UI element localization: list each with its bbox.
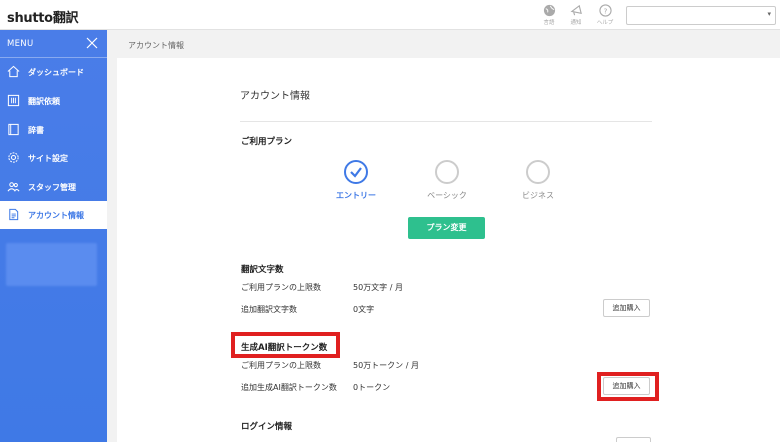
- token-additional-label: 追加生成AI翻訳トークン数: [241, 383, 337, 392]
- grid-icon: [7, 94, 20, 107]
- sidebar-item-dictionary[interactable]: 辞書: [0, 116, 107, 144]
- plan-option-business[interactable]: ビジネス: [498, 160, 578, 201]
- token-limit-value: 50万トークン / 月: [353, 361, 419, 370]
- document-icon: [9, 208, 19, 221]
- char-limit-value: 50万文字 / 月: [353, 283, 403, 292]
- app-logo[interactable]: shutto翻訳: [7, 7, 79, 26]
- language-select[interactable]: ▾: [626, 6, 776, 25]
- sidebar-item-account-info[interactable]: アカウント情報: [0, 201, 107, 229]
- login-section-title: ログイン情報: [241, 422, 293, 432]
- breadcrumb: アカウント情報: [128, 41, 184, 50]
- char-limit-label: ご利用プランの上限数: [241, 283, 321, 292]
- char-additional-value: 0文字: [353, 305, 375, 314]
- megaphone-icon: [570, 4, 582, 16]
- divider: [240, 121, 652, 122]
- plan-radio: [435, 160, 459, 184]
- sidebar-item-label: サイト設定: [28, 154, 68, 163]
- sidebar-item-label: スタッフ管理: [28, 183, 76, 192]
- language-label: 言語: [543, 20, 555, 26]
- menu-header: MENU: [0, 30, 107, 58]
- sidebar-item-site-settings[interactable]: サイト設定: [0, 144, 107, 172]
- char-buy-button[interactable]: 追加購入: [603, 299, 650, 317]
- token-additional-value: 0トークン: [353, 383, 391, 392]
- token-limit-label: ご利用プランの上限数: [241, 361, 321, 370]
- sidebar: MENU ダッシュボード 翻訳依頼 辞書 サイト設定 スタッフ管理 アカウント情…: [0, 30, 107, 442]
- sidebar-item-translation-request[interactable]: 翻訳依頼: [0, 87, 107, 115]
- help-button[interactable]: ? ヘルプ: [593, 4, 617, 26]
- language-button[interactable]: 言語: [537, 4, 561, 26]
- sidebar-item-label: 辞書: [28, 126, 44, 135]
- sidebar-item-label: アカウント情報: [28, 211, 84, 220]
- plan-option-entry[interactable]: エントリー: [316, 160, 396, 201]
- staff-icon: [7, 182, 20, 192]
- sidebar-item-label: 翻訳依頼: [28, 97, 60, 106]
- char-additional-label: 追加翻訳文字数: [241, 305, 297, 314]
- plan-label: エントリー: [336, 191, 376, 200]
- close-icon[interactable]: [86, 37, 98, 49]
- help-icon: ?: [598, 4, 612, 17]
- globe-icon: [543, 4, 555, 17]
- char-section-title: 翻訳文字数: [241, 265, 284, 275]
- page-title: アカウント情報: [240, 91, 310, 102]
- sidebar-item-staff-management[interactable]: スタッフ管理: [0, 173, 107, 201]
- blurred-banner: [6, 243, 97, 286]
- content-panel: [117, 58, 780, 442]
- check-icon: [350, 167, 362, 178]
- chevron-down-icon: ▾: [767, 10, 771, 18]
- home-icon: [7, 65, 20, 78]
- token-section-title: 生成AI翻訳トークン数: [241, 343, 328, 353]
- plan-section-title: ご利用プラン: [241, 137, 293, 147]
- top-bar: shutto翻訳 言語 通知 ? ヘルプ ▾: [0, 0, 780, 30]
- plan-label: ベーシック: [427, 191, 467, 200]
- notification-label: 通知: [570, 20, 582, 26]
- sidebar-item-label: ダッシュボード: [28, 68, 84, 77]
- plan-radio: [344, 160, 368, 184]
- plan-label: ビジネス: [522, 191, 554, 200]
- notification-button[interactable]: 通知: [564, 4, 588, 26]
- plan-option-basic[interactable]: ベーシック: [407, 160, 487, 201]
- menu-label: MENU: [7, 39, 34, 49]
- plan-radio: [526, 160, 550, 184]
- book-icon: [8, 123, 19, 136]
- plan-change-button[interactable]: プラン変更: [408, 217, 485, 239]
- sidebar-item-dashboard[interactable]: ダッシュボード: [0, 58, 107, 86]
- svg-text:?: ?: [603, 6, 607, 15]
- login-edit-button[interactable]: [616, 437, 651, 442]
- help-label: ヘルプ: [596, 20, 614, 26]
- logo-main: shutto: [7, 11, 53, 26]
- gear-icon: [8, 152, 19, 163]
- logo-sub: 翻訳: [52, 11, 79, 26]
- highlight-box-token-buy: [597, 372, 659, 401]
